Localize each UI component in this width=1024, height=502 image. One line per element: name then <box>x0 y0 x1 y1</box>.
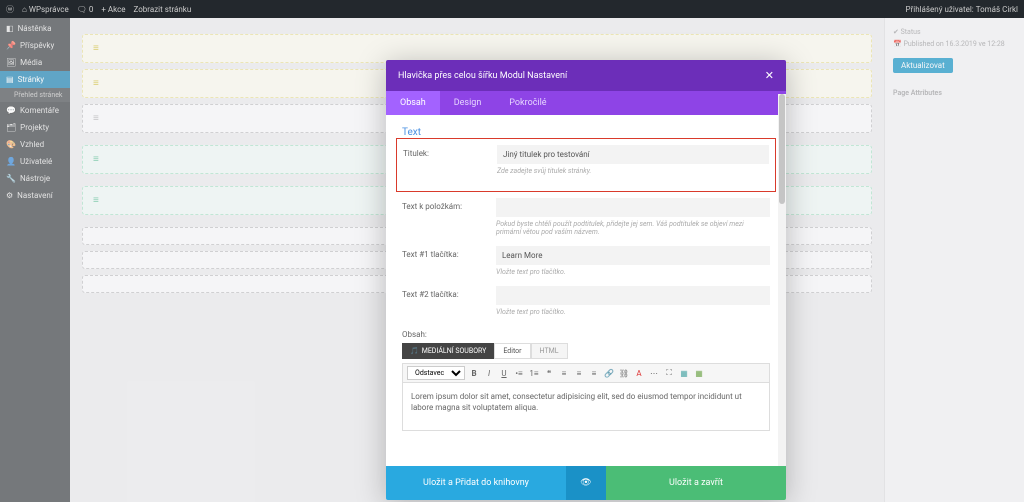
comment-icon: 💬 <box>6 106 16 115</box>
new-action[interactable]: + Akce <box>101 5 125 14</box>
align-center-icon[interactable]: ≡ <box>573 367 585 379</box>
content-field: Obsah: 🎵 MEDIÁLNÍ SOUBORY Editor HTML Od… <box>402 326 770 431</box>
sidebar-item-posts[interactable]: 📌Příspěvky <box>0 37 70 54</box>
gear-icon: ⚙ <box>6 191 13 200</box>
media-library-button[interactable]: 🎵 MEDIÁLNÍ SOUBORY <box>402 343 494 359</box>
preview-button[interactable]: 👁 <box>566 466 606 500</box>
user-greeting[interactable]: Přihlášený uživatel: Tomáš Cirkl <box>906 5 1019 14</box>
tab-design[interactable]: Design <box>440 91 496 115</box>
image-icon[interactable]: ▦ <box>678 367 690 379</box>
subhead-label: Text k položkám: <box>402 198 484 236</box>
align-right-icon[interactable]: ≡ <box>588 367 600 379</box>
sidebar-item-appearance[interactable]: 🎨Vzhled <box>0 136 70 153</box>
modal-body: Text Titulek: Zde zadejte svůj titulek s… <box>386 115 786 466</box>
numbers-icon[interactable]: 1≡ <box>528 367 540 379</box>
page-icon: ▤ <box>6 75 14 84</box>
title-label: Titulek: <box>403 145 485 175</box>
highlighted-field-group: Titulek: Zde zadejte svůj titulek stránk… <box>396 138 776 192</box>
content-editor[interactable]: Lorem ipsum dolor sit amet, consectetur … <box>402 383 770 431</box>
unlink-icon[interactable]: ⛓ <box>618 367 630 379</box>
sidebar-item-tools[interactable]: 🔧Nástroje <box>0 170 70 187</box>
pin-icon: 📌 <box>6 41 16 50</box>
sidebar-item-media[interactable]: 🖼Média <box>0 54 70 71</box>
save-to-library-button[interactable]: Uložit a Přidat do knihovny <box>386 466 566 500</box>
tab-content[interactable]: Obsah <box>386 91 440 115</box>
bold-icon[interactable]: B <box>468 367 480 379</box>
site-name[interactable]: ⌂ WPsprávce <box>22 5 69 14</box>
dashboard-icon: ◧ <box>6 24 14 33</box>
close-icon[interactable]: ✕ <box>765 69 774 82</box>
tab-advanced[interactable]: Pokročilé <box>495 91 560 115</box>
view-page-link[interactable]: Zobrazit stránku <box>134 5 192 14</box>
section-text-heading: Text <box>402 127 770 138</box>
admin-bar: ⓦ ⌂ WPsprávce 🗨 0 + Akce Zobrazit stránk… <box>0 0 1024 18</box>
sidebar-item-pages[interactable]: ▤Stránky <box>0 71 70 88</box>
admin-sidebar: ◧Nástěnka 📌Příspěvky 🖼Média ▤Stránky Pře… <box>0 18 70 502</box>
button2-label: Text #2 tlačítka: <box>402 286 484 316</box>
format-select[interactable]: Odstavec <box>407 366 465 380</box>
project-icon: 🗂 <box>6 123 16 132</box>
button1-help: Vložte text pro tlačítko. <box>496 268 770 276</box>
quote-icon[interactable]: ❝ <box>543 367 555 379</box>
more-icon[interactable]: ⋯ <box>648 367 660 379</box>
sidebar-sub-overview[interactable]: Přehled stránek <box>0 88 70 102</box>
editor-tab-visual[interactable]: Editor <box>494 343 530 359</box>
grid-icon[interactable]: ▦ <box>693 367 705 379</box>
user-icon: 👤 <box>6 157 16 166</box>
media-icon: 🖼 <box>6 58 16 67</box>
sidebar-item-projects[interactable]: 🗂Projekty <box>0 119 70 136</box>
sidebar-item-settings[interactable]: ⚙Nastavení <box>0 187 70 204</box>
subhead-input[interactable] <box>496 198 770 217</box>
editor-tab-html[interactable]: HTML <box>531 343 568 359</box>
modal-header: Hlavička přes celou šířku Modul Nastaven… <box>386 60 786 91</box>
bullets-icon[interactable]: •≡ <box>513 367 525 379</box>
modal-title: Hlavička přes celou šířku Modul Nastaven… <box>398 71 567 81</box>
button1-label: Text #1 tlačítka: <box>402 246 484 276</box>
title-help: Zde zadejte svůj titulek stránky. <box>497 167 769 175</box>
modal-tabs: Obsah Design Pokročilé <box>386 91 786 115</box>
editor-toolbar: Odstavec B I U •≡ 1≡ ❝ ≡ ≡ ≡ 🔗 ⛓ A ⋯ <box>402 363 770 383</box>
wrench-icon: 🔧 <box>6 174 16 183</box>
eye-icon: 👁 <box>580 478 591 488</box>
button2-input[interactable] <box>496 286 770 305</box>
link-icon[interactable]: 🔗 <box>603 367 615 379</box>
module-settings-modal: Hlavička přes celou šířku Modul Nastaven… <box>386 60 786 500</box>
title-input[interactable] <box>497 145 769 164</box>
media-icon: 🎵 <box>410 347 419 355</box>
button1-input[interactable] <box>496 246 770 265</box>
subhead-help: Pokud byste chtěli použít podtitulek, př… <box>496 220 770 236</box>
modal-footer: Uložit a Přidat do knihovny 👁 Uložit a z… <box>386 466 786 500</box>
content-label: Obsah: <box>402 326 770 339</box>
brush-icon: 🎨 <box>6 140 16 149</box>
main-content: ≡ ≡ ≡ ≡ ≡ ✔ Status 📅 Published on 16.3.2… <box>70 18 1024 502</box>
comments-icon[interactable]: 🗨 0 <box>77 5 94 14</box>
italic-icon[interactable]: I <box>483 367 495 379</box>
align-left-icon[interactable]: ≡ <box>558 367 570 379</box>
sidebar-item-comments[interactable]: 💬Komentáře <box>0 102 70 119</box>
scrollbar-thumb[interactable] <box>779 94 785 204</box>
modal-scrollbar[interactable] <box>778 94 786 466</box>
wp-logo-icon[interactable]: ⓦ <box>6 4 14 15</box>
button2-help: Vložte text pro tlačítko. <box>496 308 770 316</box>
sidebar-item-dashboard[interactable]: ◧Nástěnka <box>0 20 70 37</box>
sidebar-item-users[interactable]: 👤Uživatelé <box>0 153 70 170</box>
text-color-icon[interactable]: A <box>633 367 645 379</box>
save-close-button[interactable]: Uložit a zavřít <box>606 466 786 500</box>
fullscreen-icon[interactable]: ⛶ <box>663 367 675 379</box>
underline-icon[interactable]: U <box>498 367 510 379</box>
